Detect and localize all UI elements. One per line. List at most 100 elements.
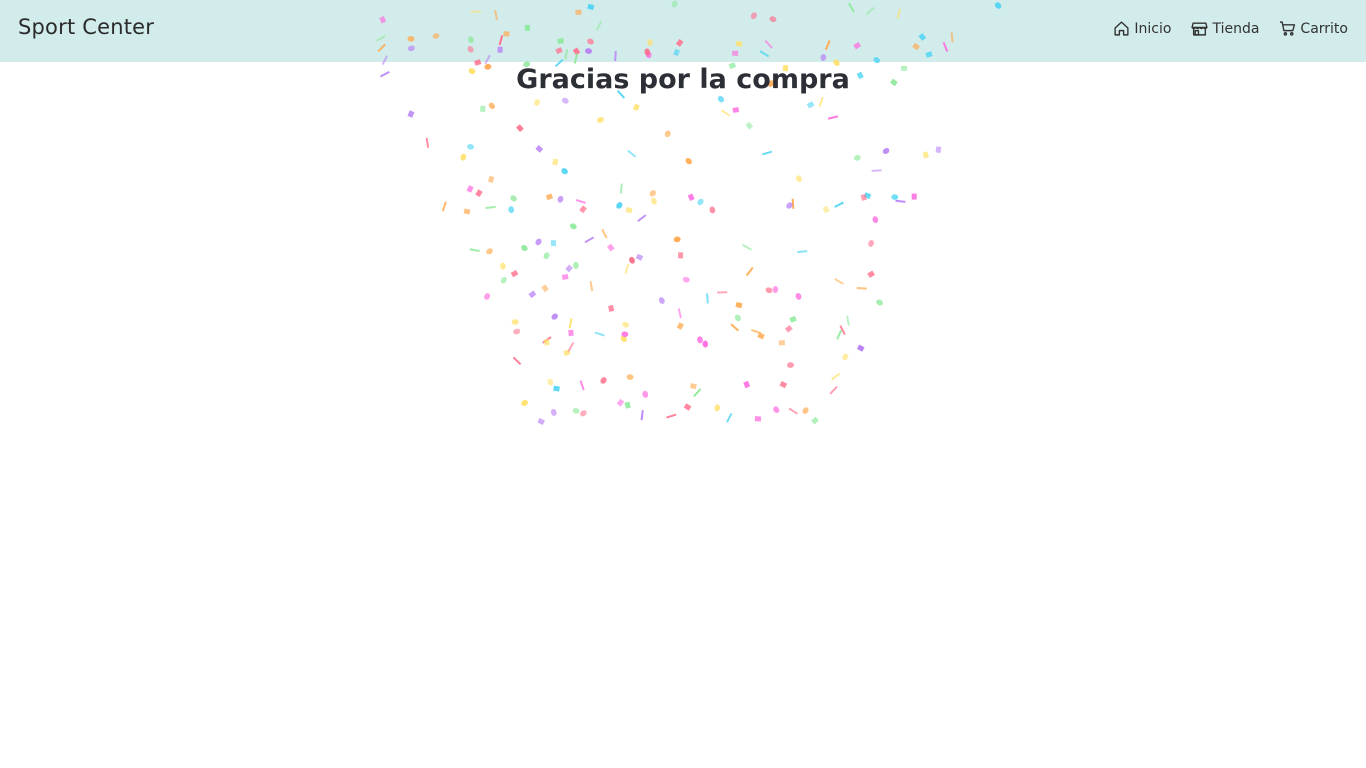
confetti-piece xyxy=(784,324,793,333)
confetti-piece xyxy=(500,262,506,270)
confetti-piece xyxy=(441,201,447,212)
confetti-piece xyxy=(829,385,838,395)
confetti-piece xyxy=(666,413,677,419)
confetti-piece xyxy=(811,416,819,425)
confetti-piece xyxy=(567,342,575,352)
confetti-piece xyxy=(627,149,637,158)
nav-link-label: Inicio xyxy=(1134,20,1172,37)
confetti-piece xyxy=(550,240,557,247)
confetti-piece xyxy=(629,256,635,264)
confetti-piece xyxy=(876,299,883,306)
confetti-piece xyxy=(594,331,605,337)
confetti-piece xyxy=(795,293,802,300)
nav-links: Inicio Tienda Carrito xyxy=(1113,20,1348,37)
confetti-piece xyxy=(480,105,486,113)
confetti-piece xyxy=(742,243,752,251)
confetti-piece xyxy=(534,99,540,106)
confetti-piece xyxy=(573,261,579,269)
confetti-piece xyxy=(521,399,528,406)
confetti-piece xyxy=(797,250,808,254)
confetti-piece xyxy=(485,205,496,209)
page-title: Gracias por la compra xyxy=(516,64,850,95)
confetti-piece xyxy=(624,401,631,409)
confetti-piece xyxy=(535,238,542,246)
confetti-piece xyxy=(714,404,721,412)
nav-link-tienda[interactable]: Tienda xyxy=(1191,20,1259,37)
confetti-piece xyxy=(535,145,544,153)
confetti-piece xyxy=(608,305,615,312)
confetti-piece xyxy=(545,193,554,201)
confetti-piece xyxy=(697,198,704,206)
confetti-piece xyxy=(853,154,861,161)
confetti-piece xyxy=(650,197,657,205)
confetti-piece xyxy=(537,417,545,426)
confetti-piece xyxy=(563,349,571,357)
confetti-piece xyxy=(863,192,872,200)
confetti-piece xyxy=(682,276,690,283)
confetti-piece xyxy=(818,96,824,107)
confetti-piece xyxy=(568,329,574,337)
confetti-piece xyxy=(626,374,634,380)
confetti-piece xyxy=(616,202,623,209)
confetti-piece xyxy=(561,168,568,175)
confetti-piece xyxy=(789,315,797,323)
confetti-piece xyxy=(745,266,754,277)
confetti-piece xyxy=(732,107,740,113)
confetti-piece xyxy=(911,193,917,200)
nav-link-carrito[interactable]: Carrito xyxy=(1279,20,1348,37)
shop-icon xyxy=(1191,20,1209,37)
cart-icon xyxy=(1279,20,1296,37)
confetti-piece xyxy=(550,408,557,416)
confetti-piece xyxy=(513,328,521,335)
confetti-piece xyxy=(579,205,587,214)
confetti-piece xyxy=(935,146,942,153)
confetti-piece xyxy=(757,332,765,340)
confetti-piece xyxy=(488,175,495,183)
confetti-piece xyxy=(726,412,733,423)
confetti-piece xyxy=(868,240,874,247)
confetti-piece xyxy=(795,175,802,183)
confetti-piece xyxy=(649,190,656,197)
confetti-piece xyxy=(836,329,843,340)
nav-link-inicio[interactable]: Inicio xyxy=(1113,20,1171,37)
confetti-piece xyxy=(619,183,623,194)
confetti-piece xyxy=(512,356,522,366)
brand-logo-link[interactable]: Sport Center xyxy=(18,15,154,39)
confetti-piece xyxy=(510,195,517,202)
confetti-piece xyxy=(600,377,607,384)
confetti-piece xyxy=(846,315,850,326)
confetti-piece xyxy=(575,199,587,204)
confetti-piece xyxy=(543,252,550,260)
confetti-piece xyxy=(547,378,554,386)
confetti-piece xyxy=(475,189,483,198)
confetti-piece xyxy=(635,253,644,261)
confetti-piece xyxy=(765,287,773,294)
confetti-piece xyxy=(488,102,496,110)
confetti-piece xyxy=(616,398,625,407)
confetti-piece xyxy=(841,353,849,361)
confetti-piece xyxy=(664,130,671,138)
confetti-piece xyxy=(508,206,515,214)
confetti-piece xyxy=(624,263,630,274)
confetti-piece xyxy=(745,121,754,130)
confetti-piece xyxy=(589,281,594,292)
confetti-piece xyxy=(569,223,577,230)
confetti-piece xyxy=(565,264,573,273)
confetti-piece xyxy=(720,109,731,117)
confetti-piece xyxy=(687,193,695,202)
confetti-piece xyxy=(717,291,728,294)
confetti-piece xyxy=(625,206,633,214)
confetti-piece xyxy=(871,169,882,172)
confetti-piece xyxy=(693,388,702,398)
confetti-piece xyxy=(486,248,493,255)
confetti-piece xyxy=(500,276,507,284)
confetti-piece xyxy=(822,205,830,214)
confetti-piece xyxy=(754,416,762,422)
confetti-piece xyxy=(596,117,604,123)
confetti-piece xyxy=(521,244,528,252)
nav-link-label: Tienda xyxy=(1212,20,1260,37)
confetti-piece xyxy=(689,383,697,390)
nav-link-label: Carrito xyxy=(1300,20,1348,37)
confetti-piece xyxy=(676,322,685,330)
confetti-piece xyxy=(542,336,552,344)
